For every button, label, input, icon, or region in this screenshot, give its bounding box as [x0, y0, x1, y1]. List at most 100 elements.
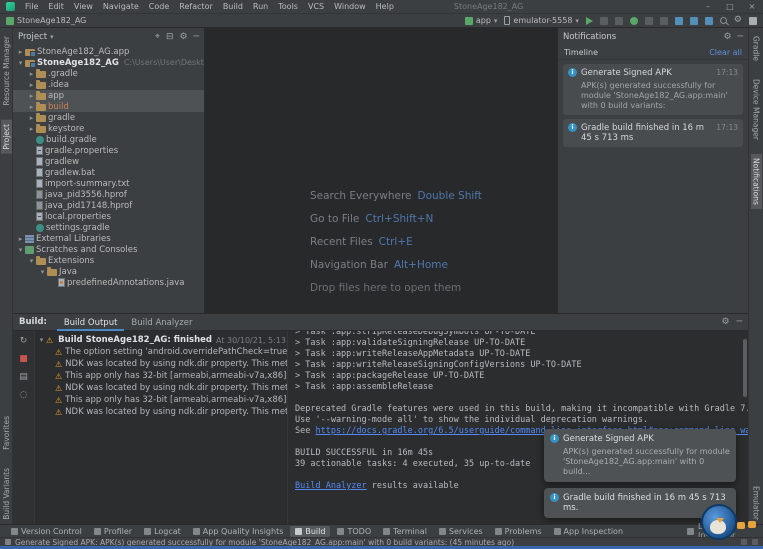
maximize-button[interactable]: □: [719, 0, 741, 13]
tool-window-button-todo[interactable]: TODO: [332, 526, 376, 537]
tool-button-device-manager[interactable]: Device Manager: [751, 75, 762, 144]
tool-window-button-problems[interactable]: Problems: [490, 526, 547, 537]
menu-navigate[interactable]: Navigate: [98, 2, 144, 11]
build-warning-row[interactable]: ⚠ This app only has 32-bit [armeabi,armea…: [37, 370, 287, 382]
chevron-right-icon[interactable]: ▸: [16, 235, 25, 243]
tree-item-java[interactable]: ▾ Java: [13, 266, 204, 277]
profile-button[interactable]: [644, 16, 653, 25]
chevron-down-icon[interactable]: ▾: [50, 33, 54, 41]
menu-help[interactable]: Help: [371, 2, 399, 11]
notification-card[interactable]: i Generate Signed APK 17:13 APK(s) generate…: [563, 64, 743, 115]
tree-item-build[interactable]: ▸ build: [13, 101, 204, 112]
status-message[interactable]: Generate Signed APK: APK(s) generated su…: [15, 538, 514, 546]
tree-item-gradlew[interactable]: gradlew: [13, 156, 204, 167]
notification-card[interactable]: i Generate Signed APK APK(s) generated suc…: [544, 429, 736, 482]
close-button[interactable]: ×: [741, 0, 763, 13]
build-warning-row[interactable]: ⚠ This app only has 32-bit [armeabi,armea…: [37, 394, 287, 406]
run-config-dropdown[interactable]: app ▾: [464, 16, 497, 25]
menu-view[interactable]: View: [69, 2, 98, 11]
tool-button-build-variants[interactable]: Build Variants: [1, 464, 12, 524]
breadcrumb[interactable]: StoneAge182_AG: [6, 16, 86, 25]
apply-code-changes-button[interactable]: [614, 16, 623, 25]
tool-button-notifications[interactable]: Notifications: [750, 153, 762, 209]
editor-area[interactable]: Search Everywhere Double Shift Go to File C…: [205, 28, 557, 313]
menu-build[interactable]: Build: [218, 2, 248, 11]
menu-edit[interactable]: Edit: [43, 2, 69, 11]
tree-item-external-libraries[interactable]: ▸ External Libraries: [13, 233, 204, 244]
tree-item-settings-gradle[interactable]: settings.gradle: [13, 222, 204, 233]
event-log-icon[interactable]: [5, 539, 11, 545]
build-warning-row[interactable]: ⚠ NDK was located by using ndk.dir proper…: [37, 382, 287, 394]
chevron-down-icon[interactable]: ▾: [16, 246, 25, 254]
collapse-all-icon[interactable]: ⊟: [166, 32, 174, 42]
chevron-right-icon[interactable]: ▸: [27, 125, 36, 133]
tool-button-resource-manager[interactable]: Resource Manager: [1, 32, 12, 110]
project-panel-title[interactable]: Project: [18, 32, 47, 42]
debug-button[interactable]: [629, 16, 638, 25]
tool-window-button-services[interactable]: Services: [434, 526, 488, 537]
tool-button-favorites[interactable]: Favorites: [1, 412, 12, 454]
avd-manager-button[interactable]: [689, 16, 698, 25]
tree-item-stoneage182-ag[interactable]: ▾ StoneAge182_AG C:\Users\User\Desktop\Sto…: [13, 57, 204, 68]
minimize-button[interactable]: –: [697, 0, 719, 13]
breadcrumb-project[interactable]: StoneAge182_AG: [17, 16, 86, 25]
tab-timeline[interactable]: Timeline: [564, 48, 598, 57]
locate-file-icon[interactable]: ⌖: [155, 32, 160, 42]
tool-window-button-logcat[interactable]: Logcat: [139, 526, 186, 537]
tool-window-button-terminal[interactable]: Terminal: [378, 526, 432, 537]
console-scrollbar[interactable]: [743, 339, 747, 397]
lock-icon[interactable]: [741, 539, 747, 545]
tree-item-scratches-and-consoles[interactable]: ▾ Scratches and Consoles: [13, 244, 204, 255]
settings-icon[interactable]: ⚙: [724, 32, 732, 42]
chevron-right-icon[interactable]: ▸: [16, 48, 25, 56]
chevron-right-icon[interactable]: ▸: [27, 103, 36, 111]
tab-build-output[interactable]: Build Output: [56, 314, 125, 331]
tree-item-gradlew-bat[interactable]: gradlew.bat: [13, 167, 204, 178]
menu-refactor[interactable]: Refactor: [174, 2, 218, 11]
tree-item-extensions[interactable]: ▾ Extensions: [13, 255, 204, 266]
chevron-right-icon[interactable]: ▸: [27, 70, 36, 78]
hide-panel-icon[interactable]: ─: [737, 317, 742, 327]
tree-item-java-pid3556-hprof[interactable]: java_pid3556.hprof: [13, 189, 204, 200]
settings-icon[interactable]: ⚙: [722, 317, 730, 327]
tree-item-idea[interactable]: ▸ .idea: [13, 79, 204, 90]
menu-vcs[interactable]: VCS: [303, 2, 329, 11]
tab-build-analyzer[interactable]: Build Analyzer: [124, 314, 199, 331]
clear-output-icon[interactable]: ◌: [20, 391, 28, 400]
tree-item-gradle[interactable]: ▸ .gradle: [13, 68, 204, 79]
tree-item-app[interactable]: ▸ app: [13, 90, 204, 101]
sdk-manager-button[interactable]: [704, 16, 713, 25]
device-manager-button[interactable]: [674, 16, 683, 25]
restart-build-icon[interactable]: ↻: [20, 337, 28, 346]
edit-filters-icon[interactable]: ▤: [19, 373, 28, 382]
tool-button-gradle[interactable]: Gradle: [751, 32, 762, 65]
chevron-down-icon[interactable]: ▾: [27, 257, 36, 265]
tree-item-build-gradle[interactable]: build.gradle: [13, 134, 204, 145]
tree-item-gradle[interactable]: ▸ gradle: [13, 112, 204, 123]
menu-window[interactable]: Window: [329, 2, 371, 11]
tool-button-emulator[interactable]: Emulator: [751, 482, 762, 524]
stop-button[interactable]: [659, 16, 668, 25]
chevron-right-icon[interactable]: ▸: [27, 92, 36, 100]
chevron-down-icon[interactable]: ▾: [38, 268, 47, 276]
build-warning-row[interactable]: ⚠ NDK was located by using ndk.dir proper…: [37, 358, 287, 370]
tree-item-local-properties[interactable]: local.properties: [13, 211, 204, 222]
menu-file[interactable]: File: [20, 2, 43, 11]
settings-button[interactable]: ⚙: [734, 16, 742, 25]
device-dropdown[interactable]: emulator-5558 ▾: [504, 16, 579, 25]
menu-tools[interactable]: Tools: [273, 2, 303, 11]
tool-window-button-app-quality-insights[interactable]: App Quality Insights: [188, 526, 289, 537]
build-root-node[interactable]: ▾ ⚠ Build StoneAge182_AG: finished At 30…: [37, 334, 287, 346]
hide-panel-icon[interactable]: ─: [738, 32, 743, 42]
run-button[interactable]: [585, 16, 593, 25]
chevron-down-icon[interactable]: ▾: [37, 336, 46, 344]
menu-run[interactable]: Run: [248, 2, 273, 11]
hide-panel-icon[interactable]: ─: [194, 32, 199, 42]
tree-item-stoneage182-ag-app[interactable]: ▸ StoneAge182_AG.app: [13, 46, 204, 57]
tool-window-button-app-inspection[interactable]: App Inspection: [549, 526, 629, 537]
stop-build-icon[interactable]: ■: [19, 355, 28, 364]
build-warning-row[interactable]: ⚠ NDK was located by using ndk.dir proper…: [37, 406, 287, 418]
settings-icon[interactable]: ⚙: [180, 32, 188, 42]
tree-item-gradle-properties[interactable]: gradle.properties: [13, 145, 204, 156]
notification-card[interactable]: i Gradle build finished in 16 m 45 s 713 …: [563, 119, 743, 147]
